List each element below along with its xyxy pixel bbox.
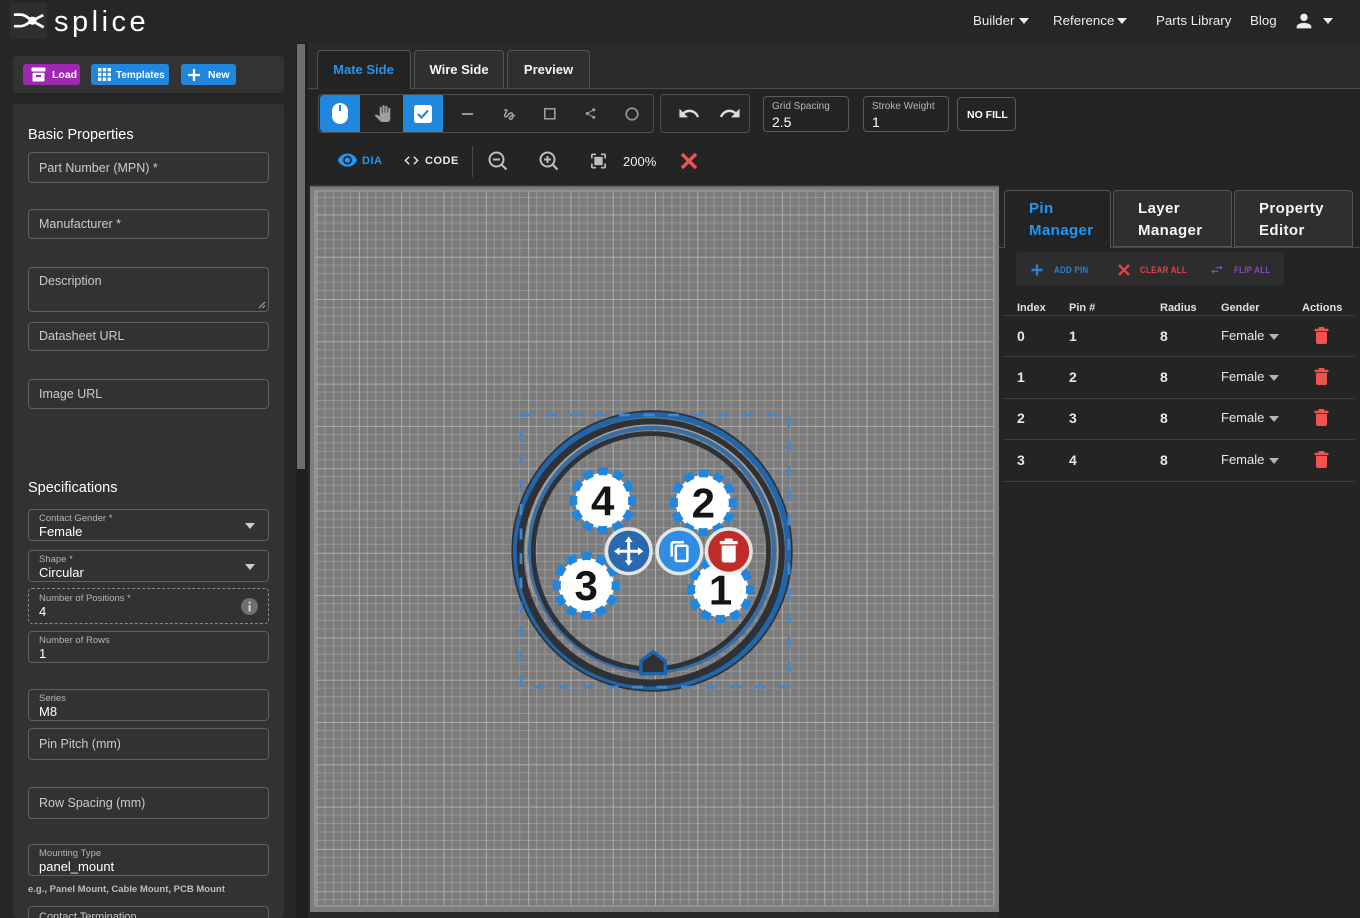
svg-text:4: 4 [591,477,615,524]
svg-text:3: 3 [575,562,598,609]
svg-text:2: 2 [692,479,715,526]
